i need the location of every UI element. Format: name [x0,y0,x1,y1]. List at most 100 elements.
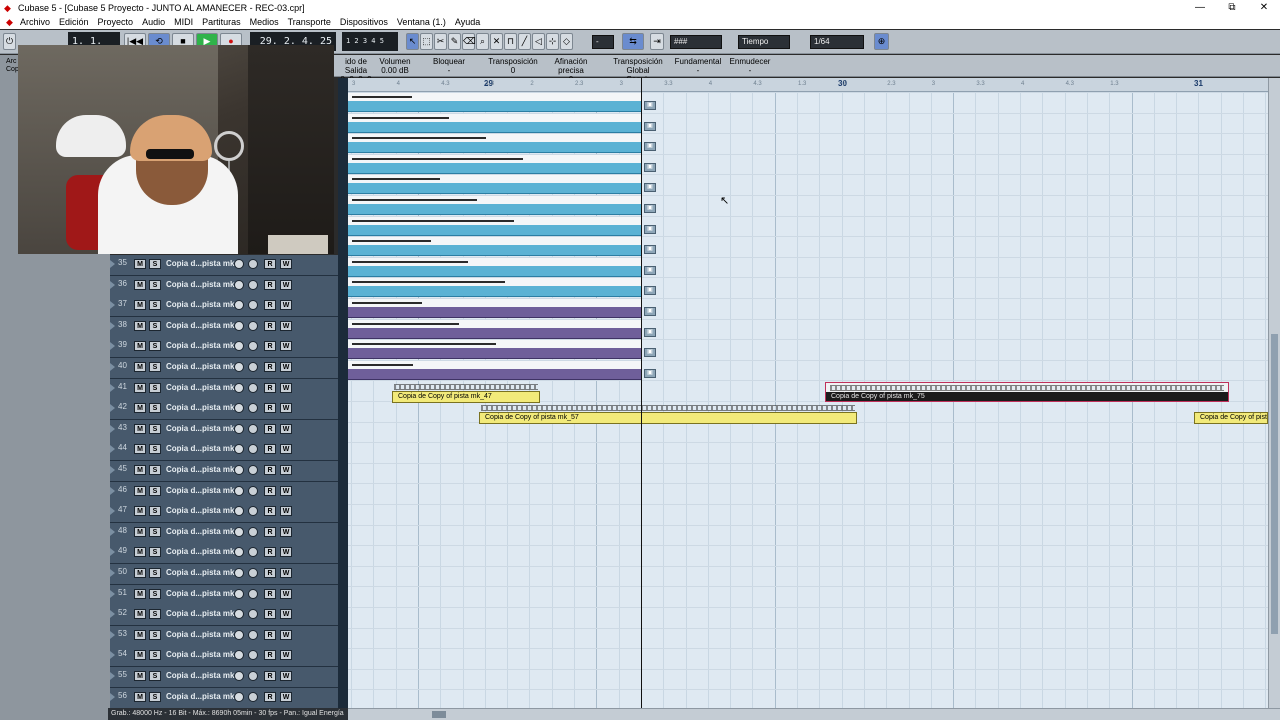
color-tool-icon[interactable]: ◇ [560,33,573,50]
grid-type-select[interactable]: ### [670,35,722,49]
track-row[interactable]: 40 M S Copia d...pista mk R W [110,358,338,379]
track-expand-icon[interactable] [110,424,115,433]
audio-event[interactable]: ▣ [348,93,656,113]
track-expand-icon[interactable] [110,466,115,474]
write-automation-button[interactable]: W [280,650,292,661]
track-name[interactable]: Copia d...pista mk [166,403,234,412]
info-root-key[interactable]: Fundamental - [673,57,723,75]
write-automation-button[interactable]: W [280,671,292,681]
event-end-marker-icon[interactable]: ▣ [644,121,656,131]
horizontal-scroll-thumb[interactable] [432,711,446,718]
event-end-marker-icon[interactable]: ▣ [644,204,656,213]
mute-button[interactable]: M [134,465,146,475]
track-name[interactable]: Copia d...pista mk [166,341,234,350]
track-name[interactable]: Copia d...pista mk [166,259,234,268]
monitor-icon[interactable] [248,650,258,661]
track-expand-icon[interactable] [110,507,115,516]
audio-event[interactable]: ▣ [348,196,656,216]
record-enable-icon[interactable] [234,279,244,290]
write-automation-button[interactable]: W [280,547,292,558]
audio-event-yellow[interactable]: Copia de Copy of pista mk_57 [479,412,857,424]
monitor-icon[interactable] [248,300,258,311]
track-expand-icon[interactable] [110,260,115,268]
record-enable-icon[interactable] [234,691,244,702]
solo-button[interactable]: S [149,568,161,578]
quantize-select[interactable]: 1/64 [810,35,864,49]
event-end-marker-icon[interactable]: ▣ [644,368,656,378]
track-expand-icon[interactable] [110,486,115,495]
range-tool-icon[interactable]: ⬚ [420,33,433,50]
inspector-tab-cop[interactable]: Cop [6,66,19,74]
audio-event[interactable]: ▣ [348,278,656,298]
track-row[interactable]: 42 M S Copia d...pista mk R W [110,399,338,421]
menu-audio[interactable]: Audio [142,17,165,27]
track-expand-icon[interactable] [110,610,115,619]
track-expand-icon[interactable] [110,692,115,701]
track-name[interactable]: Copia d...pista mk [166,321,234,330]
track-name[interactable]: Copia d...pista mk [166,527,234,536]
read-automation-button[interactable]: R [264,279,276,290]
event-end-marker-icon[interactable]: ▣ [644,327,656,337]
monitor-icon[interactable] [248,506,258,517]
record-enable-icon[interactable] [234,465,244,475]
track-expand-icon[interactable] [110,672,115,680]
audio-event[interactable]: ▣ [348,134,656,154]
close-button[interactable]: ✕ [1248,0,1280,15]
write-automation-button[interactable]: W [280,629,292,640]
read-automation-button[interactable]: R [264,691,276,702]
track-name[interactable]: Copia d...pista mk [166,630,234,639]
track-name[interactable]: Copia d...pista mk [166,300,234,309]
menu-proyecto[interactable]: Proyecto [98,17,134,27]
line-tool-icon[interactable]: ╱ [518,33,531,50]
write-automation-button[interactable]: W [280,423,292,434]
audio-event[interactable]: ▣ [348,154,656,175]
track-row[interactable]: 46 M S Copia d...pista mk R W [110,481,338,503]
monitor-icon[interactable] [248,609,258,620]
solo-button[interactable]: S [149,526,161,537]
track-row[interactable]: 47 M S Copia d...pista mk R W [110,502,338,524]
track-row[interactable]: 53 M S Copia d...pista mk R W [110,625,338,647]
vertical-scrollbar[interactable] [1268,78,1280,708]
track-expand-icon[interactable] [110,548,115,557]
app-menu-icon[interactable]: ◆ [6,17,16,28]
read-automation-button[interactable]: R [264,320,276,331]
track-expand-icon[interactable] [110,630,115,639]
track-name[interactable]: Copia d...pista mk [166,280,234,289]
track-expand-icon[interactable] [110,651,115,660]
write-automation-button[interactable]: W [280,444,292,455]
mute-button[interactable]: M [134,671,146,681]
write-automation-button[interactable]: W [280,465,292,475]
solo-button[interactable]: S [149,506,161,517]
read-automation-button[interactable]: R [264,547,276,558]
info-transpose[interactable]: Transposición 0 [485,57,541,75]
record-enable-icon[interactable] [234,341,244,352]
write-automation-button[interactable]: W [280,609,292,620]
autoscroll-icon[interactable]: ⇥ [650,33,664,50]
track-expand-icon[interactable] [110,301,115,310]
menu-archivo[interactable]: Archivo [20,17,50,27]
menu-medios[interactable]: Medios [250,17,279,27]
mute-button[interactable]: M [134,609,146,620]
event-end-marker-icon[interactable]: ▣ [644,142,656,152]
audio-event[interactable]: ▣ [348,299,656,319]
monitor-icon[interactable] [248,588,258,599]
read-automation-button[interactable]: R [264,382,276,393]
monitor-icon[interactable] [248,444,258,455]
record-enable-icon[interactable] [234,259,244,269]
menu-midi[interactable]: MIDI [174,17,193,27]
menu-partituras[interactable]: Partituras [202,17,241,27]
event-end-marker-icon[interactable]: ▣ [644,265,656,275]
solo-button[interactable]: S [149,362,161,372]
record-enable-icon[interactable] [234,485,244,496]
track-name[interactable]: Copia d...pista mk [166,589,234,598]
event-end-marker-icon[interactable]: ▣ [644,245,656,255]
mute-button[interactable]: M [134,506,146,517]
track-expand-icon[interactable] [110,363,115,371]
track-row[interactable]: 37 M S Copia d...pista mk R W [110,296,338,318]
audio-event-yellow[interactable]: Copia de Copy of pista mk_47 [392,391,540,403]
read-automation-button[interactable]: R [264,341,276,352]
mute-tool-icon[interactable]: ✕ [490,33,503,50]
solo-button[interactable]: S [149,444,161,455]
solo-button[interactable]: S [149,382,161,393]
event-end-marker-icon[interactable]: ▣ [644,286,656,296]
